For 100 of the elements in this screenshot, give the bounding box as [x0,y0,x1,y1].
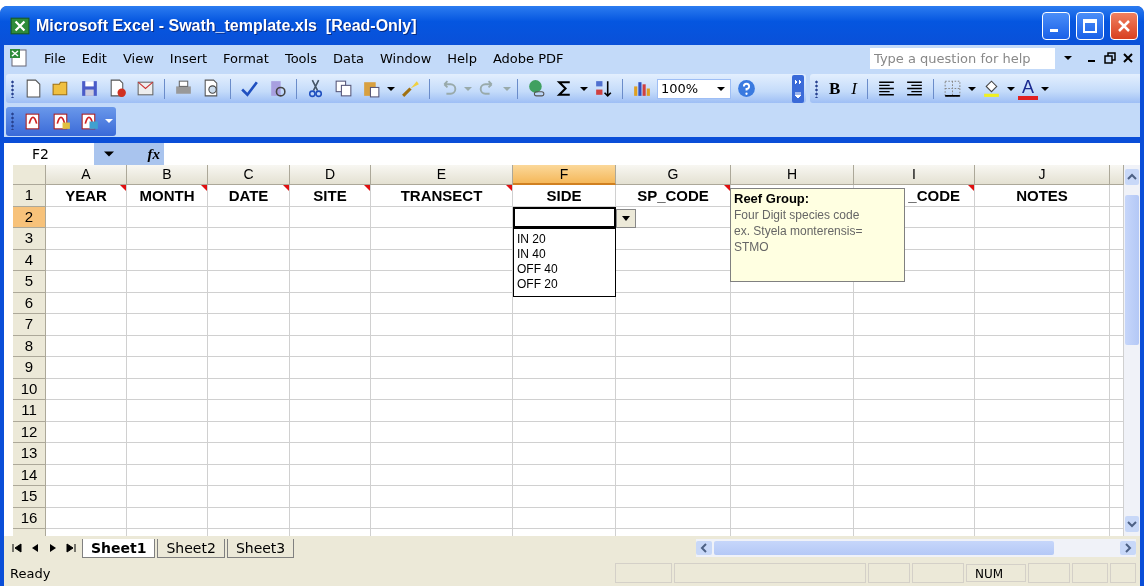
row-header[interactable]: 4 [13,249,46,272]
table-cell[interactable] [731,507,854,530]
row-header[interactable]: 16 [13,507,46,530]
table-cell[interactable] [731,464,854,487]
table-cell[interactable] [127,486,208,508]
borders-icon[interactable] [942,78,963,100]
table-cell[interactable] [46,335,127,358]
table-cell[interactable]: YEAR [46,185,127,207]
table-cell[interactable] [975,228,1110,250]
table-cell[interactable] [371,206,513,229]
table-cell[interactable] [731,314,854,336]
dropdown-menu-button[interactable] [616,208,636,228]
table-cell[interactable] [854,335,975,358]
table-cell[interactable] [208,228,290,250]
table-cell[interactable] [371,400,513,422]
table-cell[interactable] [616,443,731,465]
select-all-corner[interactable] [13,165,46,186]
table-cell[interactable] [731,486,854,508]
table-cell[interactable] [975,507,1110,530]
row-header[interactable]: 15 [13,486,46,508]
table-cell[interactable] [127,271,208,293]
menu-item[interactable]: Help [439,48,485,68]
column-header[interactable]: C [208,165,290,186]
table-cell[interactable]: MONTH [127,185,208,207]
table-cell[interactable] [616,400,731,422]
table-cell[interactable] [208,421,290,444]
scroll-up-icon[interactable] [1125,169,1139,186]
table-cell[interactable] [208,378,290,401]
table-cell[interactable] [371,357,513,379]
caret-icon[interactable] [387,85,395,92]
table-cell[interactable] [290,443,371,465]
table-cell[interactable] [46,357,127,379]
table-cell[interactable] [127,314,208,336]
table-cell[interactable] [290,335,371,358]
table-cell[interactable] [371,292,513,315]
table-cell[interactable] [208,400,290,422]
font-color-button[interactable]: A [1018,77,1039,100]
table-cell[interactable] [290,271,371,293]
dropdown-option[interactable]: IN 20 [517,232,612,248]
table-cell[interactable] [208,314,290,336]
table-cell[interactable] [127,507,208,530]
table-cell[interactable] [616,292,731,315]
row-header[interactable]: 8 [13,335,46,358]
table-cell[interactable] [513,443,616,465]
row-header[interactable]: 11 [13,400,46,422]
column-header[interactable]: J [975,165,1110,186]
table-cell[interactable]: SITE [290,185,371,207]
table-cell[interactable] [127,421,208,444]
column-header[interactable]: E [371,165,513,186]
table-cell[interactable] [616,314,731,336]
table-cell[interactable]: TRANSECT [371,185,513,207]
table-cell[interactable] [975,357,1110,379]
scroll-thumb[interactable] [1125,195,1139,346]
table-cell[interactable] [854,314,975,336]
table-cell[interactable] [975,249,1110,272]
workbook-icon[interactable] [8,47,30,70]
active-cell[interactable] [513,206,616,229]
column-header[interactable]: H [731,165,854,186]
table-cell[interactable] [854,507,975,530]
table-cell[interactable] [513,486,616,508]
table-cell[interactable] [208,443,290,465]
table-cell[interactable] [975,486,1110,508]
table-cell[interactable] [127,400,208,422]
caret-icon[interactable] [1041,85,1050,92]
table-cell[interactable] [46,507,127,530]
table-cell[interactable] [371,443,513,465]
menu-item[interactable]: Insert [161,48,216,68]
table-cell[interactable] [513,464,616,487]
table-cell[interactable] [731,357,854,379]
table-cell[interactable] [975,378,1110,401]
table-cell[interactable] [731,400,854,422]
toolbar-options-icon[interactable] [792,74,804,103]
menu-item[interactable]: Format [215,48,277,68]
row-header[interactable]: 14 [13,464,46,487]
table-cell[interactable] [290,228,371,250]
row-header[interactable]: 10 [13,378,46,401]
row-header[interactable]: 6 [13,292,46,315]
dropdown-option[interactable]: OFF 20 [517,277,612,293]
table-cell[interactable] [208,206,290,229]
table-cell[interactable] [127,249,208,272]
table-cell[interactable] [854,400,975,422]
table-cell[interactable] [731,443,854,465]
brush-icon[interactable] [400,78,421,100]
table-cell[interactable] [208,486,290,508]
table-cell[interactable] [371,507,513,530]
table-cell[interactable] [975,464,1110,487]
table-cell[interactable] [127,228,208,250]
table-cell[interactable] [731,335,854,358]
table-cell[interactable] [290,507,371,530]
table-cell[interactable] [290,206,371,229]
table-cell[interactable] [371,314,513,336]
row-header[interactable]: 5 [13,271,46,293]
insert-function-button[interactable]: fx [124,143,164,166]
table-cell[interactable]: SIDE [513,185,616,207]
table-cell[interactable] [290,292,371,315]
table-cell[interactable] [46,249,127,272]
table-cell[interactable] [46,206,127,229]
column-header[interactable]: G [616,165,731,186]
close-icon[interactable] [1122,52,1134,65]
italic-button[interactable]: I [847,76,861,101]
